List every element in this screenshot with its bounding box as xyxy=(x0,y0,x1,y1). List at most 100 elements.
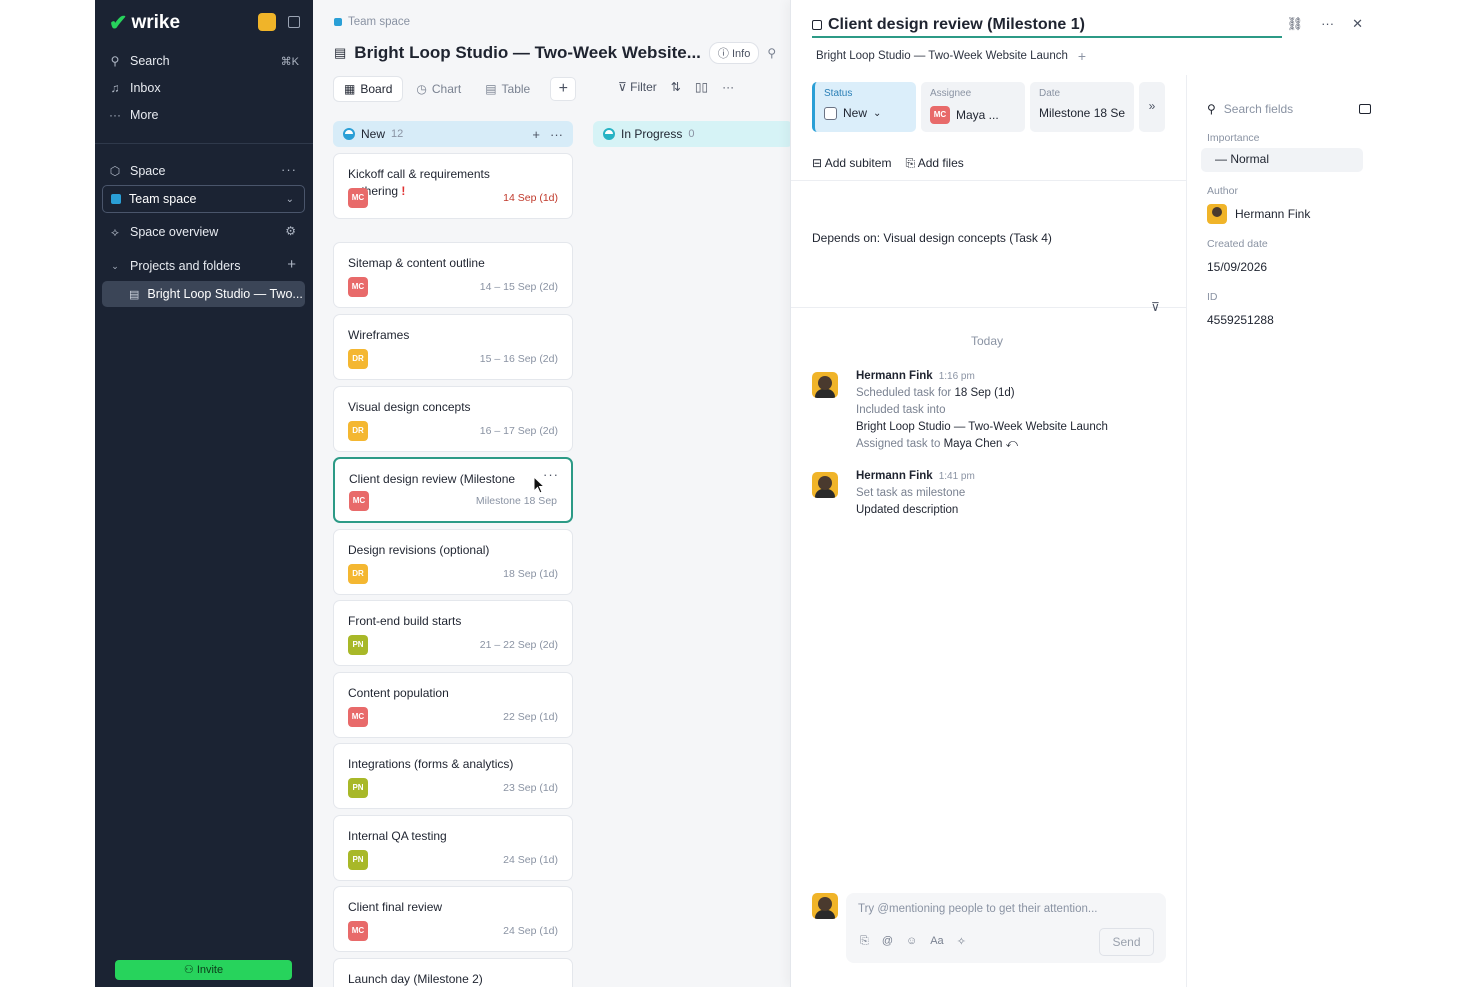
send-button[interactable]: Send xyxy=(1099,928,1154,956)
task-card[interactable]: Internal QA testing PN 24 Sep (1d) xyxy=(333,815,573,881)
space-more-icon[interactable]: ··· xyxy=(281,162,297,177)
add-task-icon[interactable]: + xyxy=(532,127,540,142)
sidebar-item-inbox[interactable]: ♫ Inbox xyxy=(109,78,161,98)
sidebar-toggle-icon[interactable] xyxy=(288,16,300,28)
invite-button[interactable]: ⚇ Invite xyxy=(115,960,292,980)
task-title-field[interactable]: Client design review (Milestone 1) xyxy=(812,14,1282,38)
card-date: 21 – 22 Sep (2d) xyxy=(479,639,558,651)
task-card[interactable]: Front-end build starts PN 21 – 22 Sep (2… xyxy=(333,600,573,666)
breadcrumb[interactable]: Team space xyxy=(334,16,410,28)
importance-field[interactable]: — Normal xyxy=(1201,148,1363,172)
attach-icon[interactable]: ⎘ xyxy=(860,935,869,948)
status-field[interactable]: Status New ⌄ xyxy=(812,82,916,132)
tab-label: Table xyxy=(501,82,531,96)
filter-button[interactable]: ⊽ Filter xyxy=(618,80,657,94)
sidebar-item-project[interactable]: ▤ Bright Loop Studio — Two... xyxy=(102,281,305,307)
tab-board[interactable]: ▦ Board xyxy=(334,77,403,101)
more-icon[interactable]: ··· xyxy=(1321,16,1334,32)
sidebar-item-label: Space xyxy=(130,164,166,178)
pin-icon[interactable]: ⚲ xyxy=(767,46,776,60)
task-id-value[interactable]: 4559251288 xyxy=(1207,313,1274,327)
assignee-avatar[interactable]: DR xyxy=(348,421,368,441)
assignee-avatar[interactable]: MC xyxy=(348,921,368,941)
checkbox-icon[interactable] xyxy=(824,106,837,120)
info-button[interactable]: ⓘ Info xyxy=(708,42,760,64)
project-tag[interactable]: Bright Loop Studio — Two-Week Website La… xyxy=(816,50,1068,62)
sidebar-space-header[interactable]: ⬡ Space xyxy=(109,161,166,181)
format-text-icon[interactable]: Aa xyxy=(930,935,943,948)
task-card[interactable]: Integrations (forms & analytics) PN 23 S… xyxy=(333,743,573,809)
assignee-avatar[interactable]: PN xyxy=(348,778,368,798)
add-project-icon[interactable]: + xyxy=(1078,48,1086,64)
task-card[interactable]: Wireframes DR 15 – 16 Sep (2d) xyxy=(333,314,573,380)
add-project-icon[interactable]: + xyxy=(287,256,297,273)
panel-layout-icon[interactable] xyxy=(1359,104,1371,114)
comment-input[interactable]: Try @mentioning people to get their atte… xyxy=(858,903,1097,915)
ai-sparkle-icon[interactable]: ✧ xyxy=(957,935,966,948)
emoji-icon[interactable]: ☺ xyxy=(906,935,917,948)
app-window: ✔ wrike ⚲ Search ⌘K ♫ Inbox ··· More ⬡ S… xyxy=(95,0,1385,987)
add-view-button[interactable]: + xyxy=(550,77,577,101)
comment-box[interactable]: Try @mentioning people to get their atte… xyxy=(846,893,1166,963)
card-date: Milestone 18 Sep xyxy=(475,495,557,507)
assignee-avatar[interactable]: PN xyxy=(348,635,368,655)
assignee-avatar[interactable]: DR xyxy=(348,564,368,584)
more-icon[interactable]: ··· xyxy=(722,80,734,94)
expand-fields-icon[interactable]: » xyxy=(1139,82,1165,132)
mention-icon[interactable]: @ xyxy=(882,935,893,948)
columns-icon[interactable]: ▯▯ xyxy=(695,80,708,94)
assignee-avatar[interactable]: MC xyxy=(348,707,368,727)
wrike-logo[interactable]: ✔ wrike xyxy=(109,12,180,34)
task-card[interactable]: Content population MC 22 Sep (1d) xyxy=(333,672,573,738)
activity-value: 18 Sep (1d) xyxy=(954,387,1015,399)
field-label: Created date xyxy=(1207,238,1268,250)
avatar[interactable] xyxy=(812,372,838,398)
assignee-avatar[interactable]: MC xyxy=(349,491,369,511)
page-title[interactable]: Bright Loop Studio — Two-Week Website... xyxy=(354,43,701,63)
card-date: 14 Sep (1d) xyxy=(503,192,558,204)
add-subitem-button[interactable]: ⊟ Add subitem xyxy=(812,156,891,171)
column-header-in-progress[interactable]: In Progress 0 xyxy=(593,121,793,147)
card-date: 14 – 15 Sep (2d) xyxy=(479,281,558,293)
activity-value[interactable]: Bright Loop Studio — Two-Week Website La… xyxy=(856,419,1176,436)
undo-icon[interactable]: ⤺ xyxy=(1006,438,1018,450)
date-field[interactable]: Date Milestone 18 Sep xyxy=(1030,82,1134,132)
assignee-field[interactable]: Assignee MC Maya ... xyxy=(921,82,1025,132)
column-more-icon[interactable]: ··· xyxy=(550,127,563,142)
link-icon[interactable]: ⛓ xyxy=(1287,16,1304,32)
task-card[interactable]: Design revisions (optional) DR 18 Sep (1… xyxy=(333,529,573,595)
task-description[interactable]: Depends on: Visual design concepts (Task… xyxy=(812,231,1052,245)
settings-gear-icon[interactable]: ⚙ xyxy=(285,224,297,238)
sidebar-item-space-overview[interactable]: ⟡ Space overview xyxy=(109,222,218,242)
column-header-new[interactable]: New 12 + ··· xyxy=(333,121,573,147)
space-selector[interactable]: Team space ⌄ xyxy=(102,185,305,213)
close-icon[interactable]: ✕ xyxy=(1352,16,1363,32)
card-more-icon[interactable]: ··· xyxy=(543,467,559,482)
sort-icon[interactable]: ⇅ xyxy=(671,80,681,94)
wrike-check-icon: ✔ xyxy=(109,10,128,35)
sidebar-item-more[interactable]: ··· More xyxy=(109,105,158,125)
assignee-avatar[interactable]: PN xyxy=(348,850,368,870)
activity-value[interactable]: Maya Chen xyxy=(944,438,1003,450)
assignee-avatar[interactable]: MC xyxy=(348,188,368,208)
assignee-avatar[interactable]: DR xyxy=(348,349,368,369)
assignee-avatar[interactable]: MC xyxy=(348,277,368,297)
user-avatar[interactable] xyxy=(258,13,276,31)
breadcrumb-item[interactable]: Team space xyxy=(348,16,410,28)
task-card[interactable]: Visual design concepts DR 16 – 17 Sep (2… xyxy=(333,386,573,452)
sidebar-projects-header[interactable]: ⌄ Projects and folders xyxy=(109,256,240,276)
tab-table[interactable]: ▤ Table xyxy=(475,77,540,101)
task-card[interactable]: Sitemap & content outline MC 14 – 15 Sep… xyxy=(333,242,573,308)
task-card[interactable]: Launch day (Milestone 2) xyxy=(333,958,573,987)
sidebar-item-search[interactable]: ⚲ Search xyxy=(109,51,170,71)
author-field[interactable]: Hermann Fink xyxy=(1207,204,1310,224)
avatar[interactable] xyxy=(812,472,838,498)
tab-chart[interactable]: ◷ Chart xyxy=(406,77,471,101)
activity-filter-icon[interactable]: ⊽ xyxy=(1151,300,1160,314)
task-card[interactable]: Kickoff call & requirements gathering ! … xyxy=(333,153,573,219)
activity-author[interactable]: Hermann Fink xyxy=(856,370,933,382)
activity-author[interactable]: Hermann Fink xyxy=(856,470,933,482)
task-card[interactable]: Client final review MC 24 Sep (1d) xyxy=(333,886,573,952)
search-fields-input[interactable]: ⚲ Search fields xyxy=(1207,102,1293,116)
add-files-button[interactable]: ⎘ Add files xyxy=(905,156,963,171)
